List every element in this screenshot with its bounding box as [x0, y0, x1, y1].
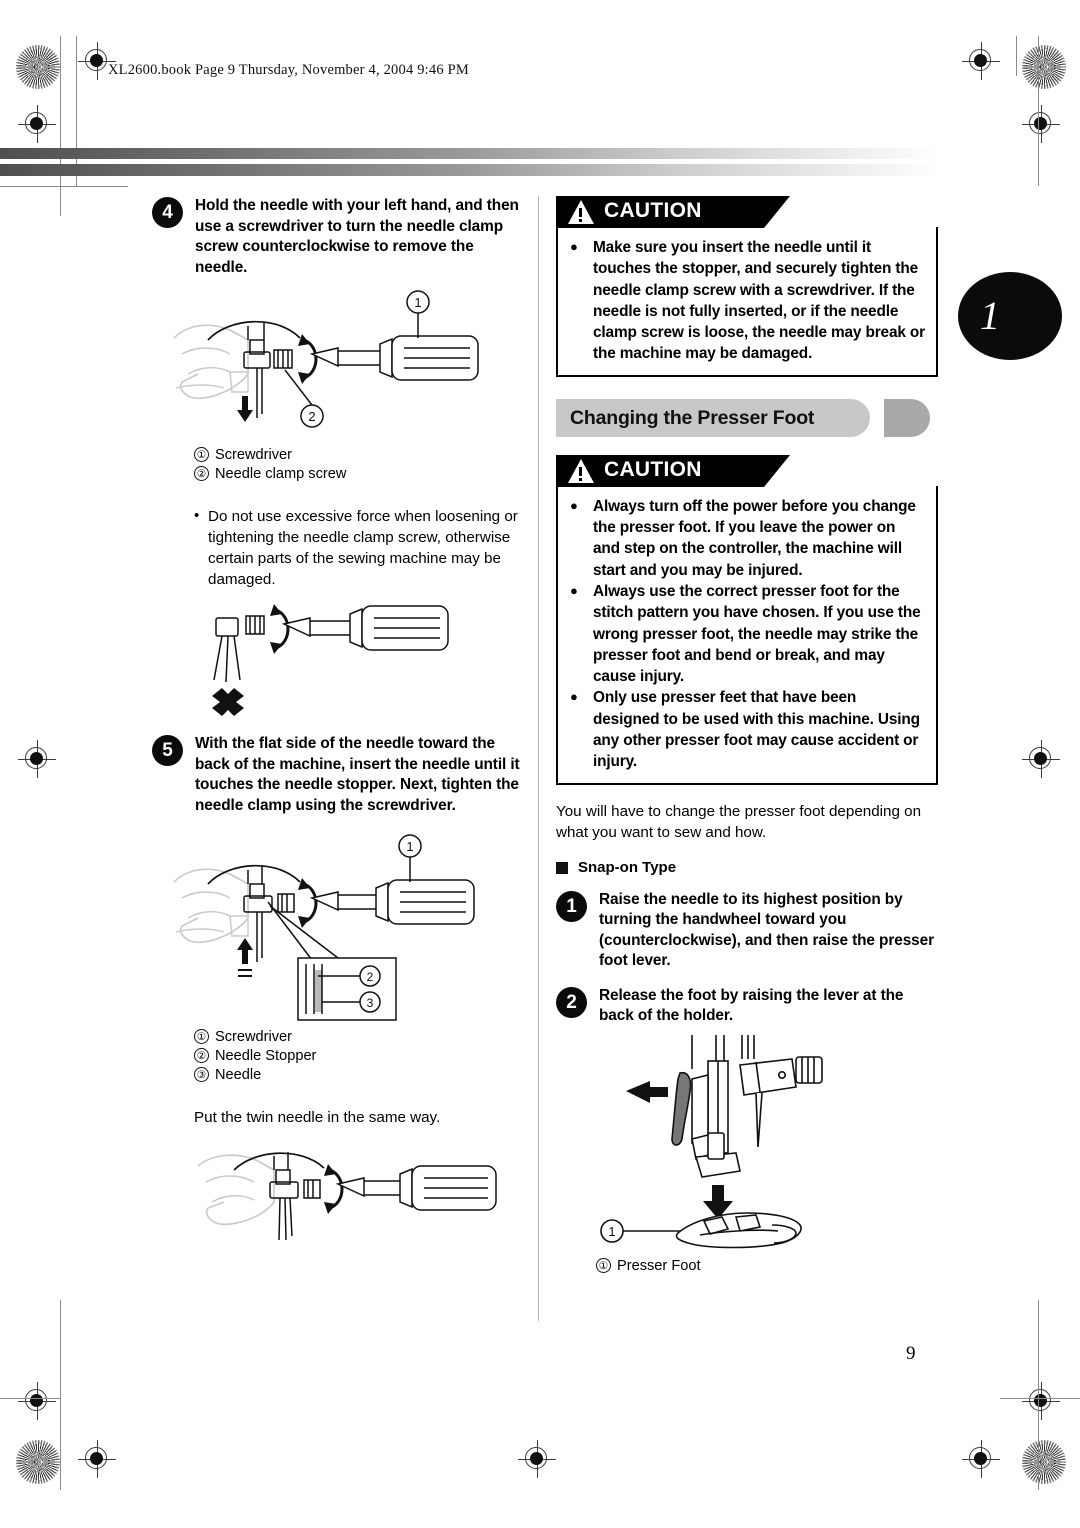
caution-title: CAUTION [604, 457, 702, 481]
step-2-number: 2 [556, 986, 587, 1018]
crop-mark [0, 186, 128, 188]
caution-item: Always use the correct presser foot for … [570, 580, 926, 687]
caution-item: Make sure you insert the needle until it… [570, 236, 926, 365]
step-1: 1 Raise the needle to its highest positi… [556, 890, 938, 972]
step-4-number: 4 [152, 197, 183, 228]
step-1-number: 1 [556, 890, 587, 922]
caption-item: ① Presser Foot [596, 1257, 938, 1276]
figure1-callout-1: 1 [414, 295, 421, 310]
caution-header: CAUTION [556, 454, 790, 487]
crop-mark [1038, 1300, 1040, 1490]
figure3-callout-1: 1 [608, 1224, 615, 1239]
figure2-captions: ① Screwdriver ② Needle Stopper ③ Needle [194, 1028, 522, 1085]
warning-exclamation-icon [579, 208, 582, 222]
step-5-text: With the flat side of the needle toward … [195, 735, 520, 814]
caution-box-presser-foot: CAUTION Always turn off the power before… [556, 454, 938, 785]
circled-number-1: ① [194, 1029, 209, 1044]
caution-title: CAUTION [604, 199, 702, 222]
circled-number-1: ① [596, 1257, 611, 1273]
figure-remove-needle: 1 2 [152, 288, 522, 440]
caution-body: Always turn off the power before you cha… [556, 485, 938, 785]
caption-item: ① Screwdriver [194, 446, 522, 465]
step-1-text: Raise the needle to its highest position… [599, 890, 934, 970]
registration-mark [78, 1440, 116, 1478]
figure-insert-needle: 1 2 3 [152, 830, 522, 1022]
caption-label: Needle Stopper [215, 1048, 317, 1064]
registration-mark [1022, 740, 1060, 778]
crop-mark [60, 1300, 62, 1490]
caption-label: Needle clamp screw [215, 466, 347, 482]
registration-mark [962, 42, 1000, 80]
step-2-text: Release the foot by raising the lever at… [599, 986, 904, 1025]
crop-mark [0, 1398, 60, 1400]
caution-item: Always turn off the power before you cha… [570, 495, 926, 581]
figure2-callout-1: 1 [406, 839, 413, 854]
caution-box-needle: CAUTION Make sure you insert the needle … [556, 196, 938, 377]
figure2-callout-3: 3 [367, 996, 374, 1010]
crop-mark [1038, 36, 1040, 186]
caption-label: Needle [215, 1067, 262, 1083]
excessive-force-note: Do not use excessive force when loosenin… [194, 505, 522, 590]
figure2-callout-2: 2 [367, 970, 374, 984]
column-divider [538, 196, 540, 1321]
step-2: 2 Release the foot by raising the lever … [556, 986, 938, 1027]
prohibition-x-mark [212, 688, 244, 716]
sub-heading-snap-on: Snap-on Type [556, 859, 938, 876]
caption-item: ② Needle Stopper [194, 1047, 522, 1066]
caption-item: ③ Needle [194, 1066, 522, 1085]
caption-label: Presser Foot [617, 1257, 701, 1274]
star-registration-target [1022, 45, 1066, 89]
registration-mark [18, 1382, 56, 1420]
caution-item: Only use presser feet that have been des… [570, 686, 926, 772]
step-4-text: Hold the needle with your left hand, and… [195, 197, 519, 276]
step-5-number: 5 [152, 735, 183, 766]
star-registration-target [1022, 1440, 1066, 1484]
caption-label: Screwdriver [215, 447, 293, 463]
crop-mark [1016, 36, 1018, 76]
caption-label: Screwdriver [215, 1029, 293, 1045]
registration-mark [962, 1440, 1000, 1478]
decorative-header-band [0, 148, 940, 178]
registration-mark [18, 105, 56, 143]
page-number: 9 [906, 1343, 916, 1364]
banner-pill [884, 398, 930, 437]
circled-number-3: ③ [194, 1067, 209, 1082]
registration-mark [18, 740, 56, 778]
warning-exclamation-icon [579, 466, 582, 481]
crop-mark [1000, 1398, 1080, 1400]
star-registration-target [16, 45, 60, 89]
caution-header: CAUTION [556, 196, 790, 228]
twin-needle-note: Put the twin needle in the same way. [194, 1109, 441, 1126]
left-column: 4 Hold the needle with your left hand, a… [152, 196, 522, 1250]
intro-paragraph: You will have to change the presser foot… [556, 802, 922, 841]
caption-item: ① Screwdriver [194, 1028, 522, 1047]
caption-item: ② Needle clamp screw [194, 465, 522, 484]
figure3-captions: ① Presser Foot [596, 1257, 938, 1276]
figure1-captions: ① Screwdriver ② Needle clamp screw [194, 446, 522, 484]
chapter-tab: 1 [958, 272, 1062, 360]
figure1-callout-2: 2 [308, 409, 315, 424]
section-title: Changing the Presser Foot [570, 406, 815, 429]
registration-mark [1022, 1382, 1060, 1420]
step-4: 4 Hold the needle with your left hand, a… [152, 196, 522, 278]
right-column: CAUTION Make sure you insert the needle … [556, 196, 938, 1276]
figure-twin-needle [182, 1140, 522, 1250]
file-header-line: XL2600.book Page 9 Thursday, November 4,… [108, 62, 469, 78]
circled-number-2: ② [194, 1048, 209, 1063]
figure-presser-foot: 1 [596, 1034, 938, 1251]
registration-mark [1022, 105, 1060, 143]
step-5: 5 With the flat side of the needle towar… [152, 734, 522, 816]
star-registration-target [16, 1440, 60, 1484]
circled-number-1: ① [194, 447, 209, 462]
figure-do-not-force [198, 604, 522, 716]
caution-body: Make sure you insert the needle until it… [556, 227, 938, 377]
crop-mark [60, 36, 62, 216]
circled-number-2: ② [194, 466, 209, 481]
section-heading-banner: Changing the Presser Foot [556, 398, 938, 437]
registration-mark [518, 1440, 556, 1478]
